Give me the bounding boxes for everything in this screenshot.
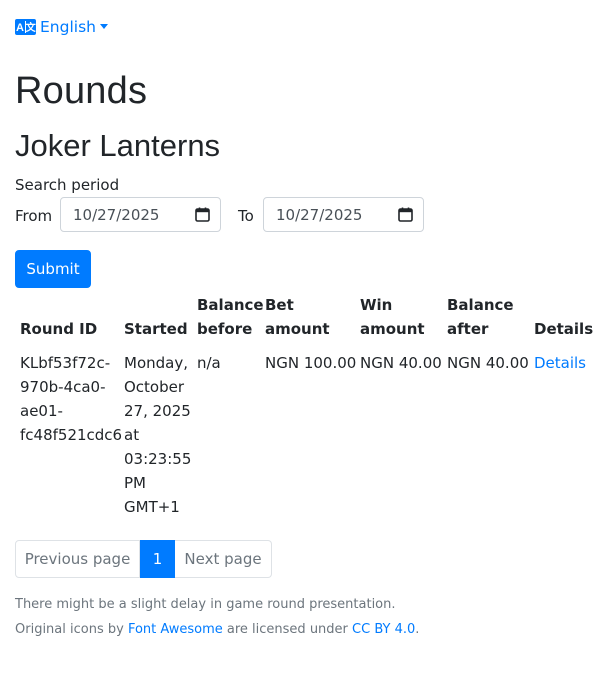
to-label: To: [238, 207, 254, 225]
icons-credit-prefix: Original icons by: [15, 622, 128, 637]
header-win-line2: amount: [360, 320, 425, 338]
round-id-line: fc48f521cdc6: [20, 426, 123, 444]
page-title: Rounds: [15, 70, 148, 112]
header-balance-after-line1: Balance: [447, 296, 514, 314]
icons-credit-suffix: .: [415, 622, 420, 637]
license-link[interactable]: CC BY 4.0: [352, 622, 415, 637]
svg-text:A: A: [16, 22, 24, 34]
from-date-input[interactable]: 10/27/2025: [60, 197, 221, 232]
header-started: Started: [124, 320, 188, 338]
bet-amount-cell: NGN 100.00: [265, 354, 357, 372]
started-line: Monday,: [124, 354, 188, 372]
round-id-line: ae01-: [20, 402, 63, 420]
win-amount-cell: NGN 40.00: [360, 354, 442, 372]
header-balance-after-line2: after: [447, 320, 489, 338]
details-cell: Details: [534, 351, 586, 375]
started-line: PM: [124, 474, 146, 492]
from-label: From: [15, 207, 53, 225]
icons-credit: Original icons by Font Awesome are licen…: [15, 622, 419, 637]
translate-icon: A 文: [15, 19, 37, 35]
started-line: 03:23:55: [124, 450, 192, 468]
game-name: Joker Lanterns: [15, 128, 221, 163]
font-awesome-link[interactable]: Font Awesome: [128, 622, 223, 637]
next-page-button[interactable]: Next page: [175, 540, 272, 578]
to-date-value: 10/27/2025: [276, 205, 363, 224]
header-round-id: Round ID: [20, 320, 98, 338]
submit-button[interactable]: Submit: [15, 250, 91, 288]
balance-before-cell: n/a: [197, 354, 221, 372]
started-line: October: [124, 378, 185, 396]
details-link[interactable]: Details: [534, 354, 586, 372]
header-win-line1: Win: [360, 296, 393, 314]
balance-after-cell: NGN 40.00: [447, 354, 529, 372]
previous-page-button[interactable]: Previous page: [15, 540, 140, 578]
header-details: Details: [534, 320, 594, 338]
round-id-line: 970b-4ca0-: [20, 378, 106, 396]
pagination: Previous page 1 Next page: [15, 540, 272, 578]
calendar-icon[interactable]: [195, 207, 210, 222]
language-selector[interactable]: A 文 English: [15, 18, 108, 36]
page-1-button[interactable]: 1: [140, 540, 175, 578]
started-line: GMT+1: [124, 498, 180, 516]
started-line: 27, 2025: [124, 402, 191, 420]
started-line: at: [124, 426, 140, 444]
calendar-icon[interactable]: [398, 207, 413, 222]
search-period-label: Search period: [15, 176, 120, 194]
from-date-value: 10/27/2025: [73, 205, 160, 224]
language-label: English: [40, 18, 96, 36]
header-bet-line1: Bet: [265, 296, 294, 314]
header-balance-before-line2: before: [197, 320, 253, 338]
round-id-line: KLbf53f72c-: [20, 354, 111, 372]
svg-text:文: 文: [26, 21, 36, 34]
header-bet-line2: amount: [265, 320, 330, 338]
header-balance-before-line1: Balance: [197, 296, 264, 314]
delay-note: There might be a slight delay in game ro…: [15, 597, 396, 612]
to-date-input[interactable]: 10/27/2025: [263, 197, 424, 232]
icons-credit-middle: are licensed under: [222, 622, 353, 637]
chevron-down-icon: [99, 23, 108, 29]
